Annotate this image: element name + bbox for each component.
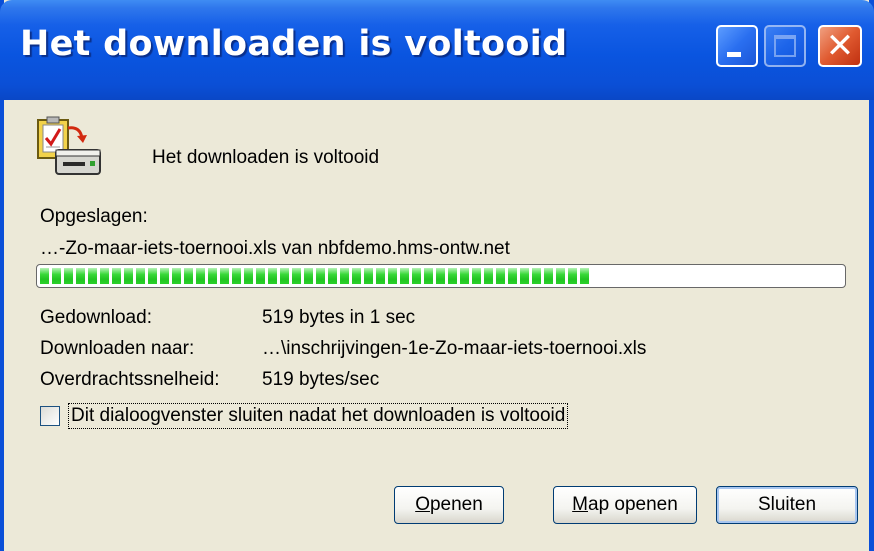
progress-segment bbox=[112, 268, 121, 284]
window-title: Het downloaden is voltooid bbox=[20, 24, 568, 64]
progress-segment bbox=[424, 268, 433, 284]
progress-segment bbox=[316, 268, 325, 284]
title-bar[interactable]: Het downloaden is voltooid ✕ bbox=[0, 0, 874, 100]
progress-segment bbox=[76, 268, 85, 284]
maximize-button bbox=[764, 25, 806, 67]
progress-segment bbox=[196, 268, 205, 284]
dialog-body: Het downloaden is voltooid Opgeslagen: …… bbox=[4, 100, 869, 551]
progress-segment bbox=[352, 268, 361, 284]
progress-segment bbox=[556, 268, 565, 284]
progress-segment bbox=[160, 268, 169, 284]
progress-segment bbox=[400, 268, 409, 284]
progress-segment bbox=[172, 268, 181, 284]
progress-segment bbox=[580, 268, 589, 284]
progress-segment bbox=[184, 268, 193, 284]
saved-filename: …-Zo-maar-iets-toernooi.xls van nbfdemo.… bbox=[40, 238, 510, 259]
download-status-message: Het downloaden is voltooid bbox=[152, 147, 380, 168]
progress-segment bbox=[52, 268, 61, 284]
progress-segment bbox=[256, 268, 265, 284]
open-folder-button[interactable]: Map openen bbox=[553, 486, 697, 524]
progress-segment bbox=[472, 268, 481, 284]
downloaded-value: 519 bytes in 1 sec bbox=[262, 307, 416, 328]
progress-segment bbox=[496, 268, 505, 284]
destination-label: Downloaden naar: bbox=[40, 338, 195, 359]
close-button[interactable]: Sluiten bbox=[716, 486, 858, 524]
progress-segment bbox=[544, 268, 553, 284]
progress-segment bbox=[364, 268, 373, 284]
minimize-button[interactable] bbox=[716, 25, 758, 67]
open-folder-button-label: ap openen bbox=[588, 494, 678, 515]
progress-segment bbox=[340, 268, 349, 284]
open-button[interactable]: Openen bbox=[394, 486, 504, 524]
progress-segment bbox=[436, 268, 445, 284]
progress-segment bbox=[100, 268, 109, 284]
open-mnemonic: O bbox=[415, 494, 430, 515]
close-window-button[interactable]: ✕ bbox=[818, 25, 862, 67]
transfer-rate-value: 519 bytes/sec bbox=[262, 369, 380, 390]
progress-segment bbox=[40, 268, 49, 284]
progress-segment bbox=[64, 268, 73, 284]
progress-segment bbox=[244, 268, 253, 284]
download-complete-icon bbox=[34, 116, 106, 178]
close-when-done-label[interactable]: Dit dialoogvenster sluiten nadat het dow… bbox=[68, 403, 569, 429]
progress-segment bbox=[532, 268, 541, 284]
progress-segment bbox=[388, 268, 397, 284]
progress-segment bbox=[88, 268, 97, 284]
downloaded-label: Gedownload: bbox=[40, 307, 152, 328]
saved-label: Opgeslagen: bbox=[40, 206, 148, 227]
progress-segment bbox=[232, 268, 241, 284]
close-icon: ✕ bbox=[825, 26, 855, 66]
progress-segment bbox=[280, 268, 289, 284]
progress-segment bbox=[508, 268, 517, 284]
progress-segment bbox=[376, 268, 385, 284]
download-progress-bar bbox=[36, 264, 846, 288]
progress-segment bbox=[520, 268, 529, 284]
open-button-label: penen bbox=[429, 494, 483, 515]
destination-value: …\inschrijvingen-1e-Zo-maar-iets-toernoo… bbox=[262, 338, 647, 359]
close-when-done-checkbox[interactable] bbox=[40, 406, 60, 426]
maximize-icon bbox=[774, 35, 796, 57]
progress-segment bbox=[568, 268, 577, 284]
progress-segment bbox=[124, 268, 133, 284]
open-folder-mnemonic: M bbox=[572, 494, 588, 515]
progress-segment bbox=[136, 268, 145, 284]
progress-segment bbox=[208, 268, 217, 284]
progress-fill bbox=[40, 268, 842, 284]
progress-segment bbox=[220, 268, 229, 284]
download-dialog: Het downloaden is voltooid ✕ Het downloa… bbox=[0, 0, 874, 551]
progress-segment bbox=[148, 268, 157, 284]
progress-segment bbox=[448, 268, 457, 284]
progress-segment bbox=[460, 268, 469, 284]
progress-segment bbox=[412, 268, 421, 284]
progress-segment bbox=[484, 268, 493, 284]
progress-segment bbox=[328, 268, 337, 284]
minimize-icon bbox=[727, 52, 741, 57]
progress-segment bbox=[304, 268, 313, 284]
transfer-rate-label: Overdrachtssnelheid: bbox=[40, 369, 220, 390]
progress-segment bbox=[268, 268, 277, 284]
progress-segment bbox=[292, 268, 301, 284]
